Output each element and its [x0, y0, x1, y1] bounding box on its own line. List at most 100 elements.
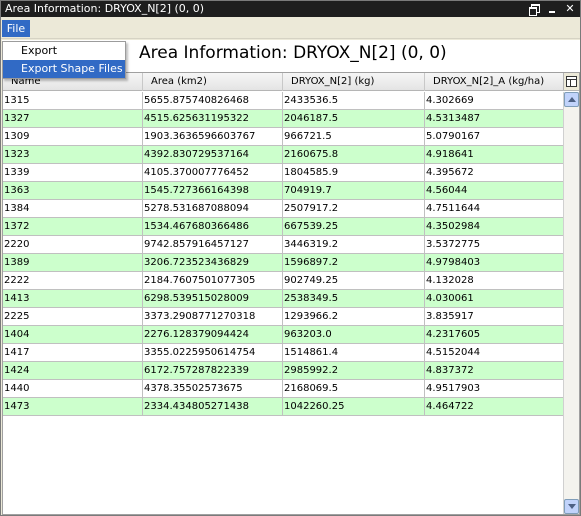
table-cell[interactable]: 2433536.5	[283, 92, 425, 110]
table-cell[interactable]: 1363	[3, 182, 143, 200]
table-row[interactable]: 1424 6172.757287822339 2985992.2 4.837372	[3, 362, 565, 380]
table-row[interactable]: 2222 2184.7607501077305 902749.25 4.132028	[3, 272, 565, 290]
table-row[interactable]: 1323 4392.830729537164 2160675.8 4.918641	[3, 146, 565, 164]
table-cell[interactable]: 2160675.8	[283, 146, 425, 164]
table-cell[interactable]: 2225	[3, 308, 143, 326]
table-cell[interactable]: 1339	[3, 164, 143, 182]
table-cell[interactable]: 4.837372	[425, 362, 565, 380]
table-row[interactable]: 1413 6298.539515028009 2538349.5 4.030061	[3, 290, 565, 308]
column-chooser-button[interactable]	[563, 73, 579, 91]
table-cell[interactable]: 1424	[3, 362, 143, 380]
table-cell[interactable]: 4.56044	[425, 182, 565, 200]
table-cell[interactable]: 3.5372775	[425, 236, 565, 254]
table-cell[interactable]: 4.918641	[425, 146, 565, 164]
table-cell[interactable]: 4105.370007776452	[143, 164, 283, 182]
table-cell[interactable]: 704919.7	[283, 182, 425, 200]
scroll-up-button[interactable]	[564, 92, 579, 107]
table-cell[interactable]: 5655.875740826468	[143, 92, 283, 110]
table-cell[interactable]: 902749.25	[283, 272, 425, 290]
table-cell[interactable]: 3355.0225950614754	[143, 344, 283, 362]
table-cell[interactable]: 2220	[3, 236, 143, 254]
table-row[interactable]: 1440 4378.35502573675 2168069.5 4.9517903	[3, 380, 565, 398]
table-cell[interactable]: 1293966.2	[283, 308, 425, 326]
table-cell[interactable]: 3446319.2	[283, 236, 425, 254]
table-row[interactable]: 1309 1903.3636596603767 966721.5 5.0790167	[3, 128, 565, 146]
table-cell[interactable]: 2276.128379094424	[143, 326, 283, 344]
table-row[interactable]: 1404 2276.128379094424 963203.0 4.2317605	[3, 326, 565, 344]
table-cell[interactable]: 4.464722	[425, 398, 565, 416]
table-cell[interactable]: 6172.757287822339	[143, 362, 283, 380]
table-cell[interactable]: 1545.727366164398	[143, 182, 283, 200]
close-icon[interactable]: ✕	[564, 3, 576, 15]
table-cell[interactable]: 4378.35502573675	[143, 380, 283, 398]
column-header-area[interactable]: Area (km2)	[143, 73, 283, 91]
table-cell[interactable]: 3206.723523436829	[143, 254, 283, 272]
table-cell[interactable]: 1389	[3, 254, 143, 272]
table-cell[interactable]: 1804585.9	[283, 164, 425, 182]
table-cell[interactable]: 4.030061	[425, 290, 565, 308]
table-cell[interactable]: 1514861.4	[283, 344, 425, 362]
table-cell[interactable]: 4515.625631195322	[143, 110, 283, 128]
table-row[interactable]: 1372 1534.467680366486 667539.25 4.3502984	[3, 218, 565, 236]
table-row[interactable]: 1327 4515.625631195322 2046187.5 4.5313487	[3, 110, 565, 128]
table-row[interactable]: 1363 1545.727366164398 704919.7 4.56044	[3, 182, 565, 200]
table-row[interactable]: 2225 3373.2908771270318 1293966.2 3.835917	[3, 308, 565, 326]
column-header-dryox-a[interactable]: DRYOX_N[2]_A (kg/ha)	[425, 73, 565, 91]
table-cell[interactable]: 3.835917	[425, 308, 565, 326]
table-cell[interactable]: 1440	[3, 380, 143, 398]
table-cell[interactable]: 1473	[3, 398, 143, 416]
table-cell[interactable]: 5.0790167	[425, 128, 565, 146]
table-cell[interactable]: 1417	[3, 344, 143, 362]
table-row[interactable]: 1417 3355.0225950614754 1514861.4 4.5152044	[3, 344, 565, 362]
table-cell[interactable]: 966721.5	[283, 128, 425, 146]
table-cell[interactable]: 2507917.2	[283, 200, 425, 218]
table-cell[interactable]: 2046187.5	[283, 110, 425, 128]
table-row[interactable]: 1389 3206.723523436829 1596897.2 4.9798403	[3, 254, 565, 272]
table-cell[interactable]: 6298.539515028009	[143, 290, 283, 308]
table-cell[interactable]: 2184.7607501077305	[143, 272, 283, 290]
table-cell[interactable]: 1534.467680366486	[143, 218, 283, 236]
table-cell[interactable]: 1596897.2	[283, 254, 425, 272]
table-cell[interactable]: 2168069.5	[283, 380, 425, 398]
table-cell[interactable]: 1903.3636596603767	[143, 128, 283, 146]
table-cell[interactable]: 2538349.5	[283, 290, 425, 308]
table-cell[interactable]: 4.5313487	[425, 110, 565, 128]
table-cell[interactable]: 3373.2908771270318	[143, 308, 283, 326]
table-cell[interactable]: 4.2317605	[425, 326, 565, 344]
table-cell[interactable]: 1309	[3, 128, 143, 146]
table-row[interactable]: 1315 5655.875740826468 2433536.5 4.302669	[3, 92, 565, 110]
table-row[interactable]: 1473 2334.434805271438 1042260.25 4.464722	[3, 398, 565, 416]
table-cell[interactable]: 1413	[3, 290, 143, 308]
table-cell[interactable]: 1372	[3, 218, 143, 236]
menu-item-export-shape-files[interactable]: Export Shape Files	[3, 60, 125, 78]
table-cell[interactable]: 4.132028	[425, 272, 565, 290]
table-cell[interactable]: 4.9798403	[425, 254, 565, 272]
column-header-dryox[interactable]: DRYOX_N[2] (kg)	[283, 73, 425, 91]
table-cell[interactable]: 4.9517903	[425, 380, 565, 398]
table-cell[interactable]: 5278.531687088094	[143, 200, 283, 218]
table-cell[interactable]: 4.3502984	[425, 218, 565, 236]
table-cell[interactable]: 4.7511644	[425, 200, 565, 218]
table-row[interactable]: 1339 4105.370007776452 1804585.9 4.395672	[3, 164, 565, 182]
table-cell[interactable]: 1404	[3, 326, 143, 344]
table-cell[interactable]: 9742.857916457127	[143, 236, 283, 254]
table-cell[interactable]: 4.5152044	[425, 344, 565, 362]
table-row[interactable]: 2220 9742.857916457127 3446319.2 3.5372775	[3, 236, 565, 254]
menu-item-export[interactable]: Export	[3, 42, 125, 60]
table-cell[interactable]: 963203.0	[283, 326, 425, 344]
table-cell[interactable]: 1327	[3, 110, 143, 128]
scroll-down-button[interactable]	[564, 499, 579, 514]
table-cell[interactable]: 4.302669	[425, 92, 565, 110]
table-cell[interactable]: 4392.830729537164	[143, 146, 283, 164]
table-cell[interactable]: 2334.434805271438	[143, 398, 283, 416]
table-cell[interactable]: 1042260.25	[283, 398, 425, 416]
table-cell[interactable]: 1323	[3, 146, 143, 164]
file-menu[interactable]: File	[2, 20, 30, 37]
table-cell[interactable]: 4.395672	[425, 164, 565, 182]
table-cell[interactable]: 2985992.2	[283, 362, 425, 380]
table-cell[interactable]: 2222	[3, 272, 143, 290]
table-cell[interactable]: 667539.25	[283, 218, 425, 236]
table-cell[interactable]: 1384	[3, 200, 143, 218]
restore-icon[interactable]	[528, 3, 540, 16]
vertical-scrollbar[interactable]	[563, 92, 579, 514]
